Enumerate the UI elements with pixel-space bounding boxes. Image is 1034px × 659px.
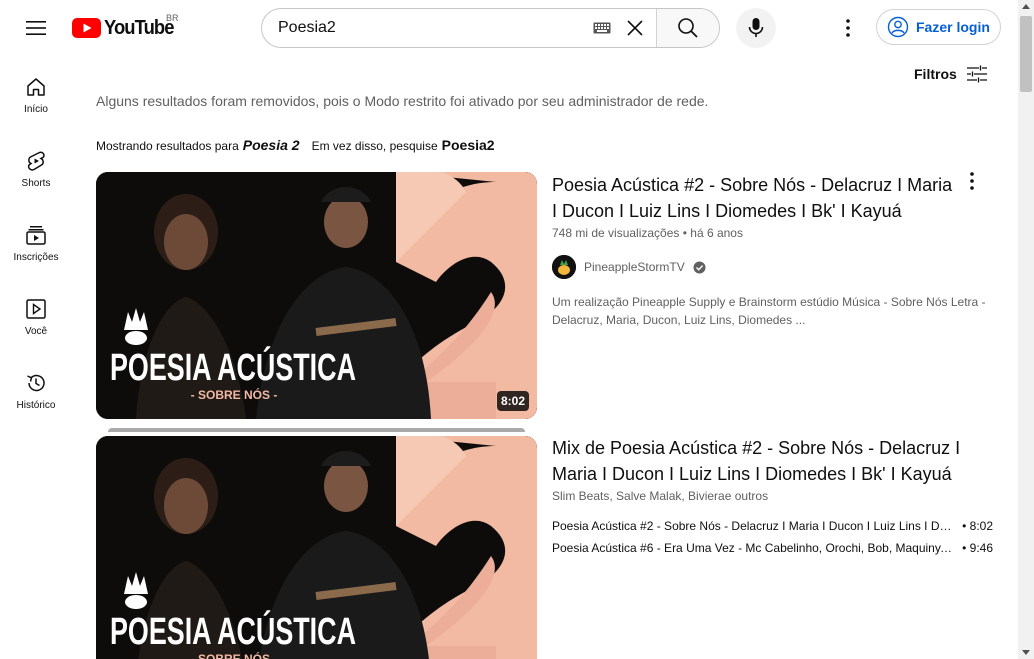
sliders-icon — [966, 65, 987, 83]
mix-artists: Slim Beats, Salve Malak, Bivierae outros — [552, 489, 769, 503]
search-button[interactable] — [656, 9, 719, 47]
more-vertical-icon — [970, 172, 974, 190]
duration-badge: 8:02 — [496, 391, 529, 411]
guide-menu-button[interactable] — [20, 12, 52, 44]
you-icon — [26, 299, 46, 319]
verified-icon — [693, 261, 706, 273]
sidebar-item-label: Inscrições — [13, 252, 59, 263]
clear-search-icon[interactable] — [620, 9, 650, 47]
sign-in-label: Fazer login — [916, 19, 990, 35]
channel-link[interactable]: PineappleStormTV — [552, 255, 706, 279]
filters-label: Filtros — [914, 66, 957, 82]
account-icon — [887, 16, 909, 38]
restricted-mode-notice: Alguns resultados foram removidos, pois … — [96, 93, 709, 109]
correction-instead: Em vez disso, pesquise — [311, 139, 438, 153]
video-metadata: 748 mi de visualizações • há 6 anos — [552, 226, 743, 240]
mix-title[interactable]: Mix de Poesia Acústica #2 - Sobre Nós - … — [552, 435, 962, 487]
masthead: YouTube BR Fazer login — [0, 0, 1018, 56]
sidebar-item-you[interactable]: Você — [4, 278, 68, 352]
scroll-down-arrow[interactable] — [1022, 650, 1030, 655]
settings-menu-button[interactable] — [832, 12, 864, 44]
mix-track-title: Poesia Acústica #2 - Sobre Nós - Delacru… — [552, 519, 952, 533]
search-icon — [678, 18, 698, 38]
original-query-link[interactable]: Poesia2 — [442, 137, 495, 153]
history-icon — [27, 374, 45, 392]
page-scrollbar[interactable] — [1018, 0, 1034, 659]
sidebar-item-label: Início — [24, 104, 48, 115]
mix-track-duration: • 8:02 — [962, 519, 993, 533]
microphone-icon — [748, 18, 764, 37]
sidebar-item-subscriptions[interactable]: Inscrições — [4, 204, 68, 278]
thumbnail-title: POESIA ACÚSTICA — [110, 345, 356, 389]
mix-track-title: Poesia Acústica #6 - Era Uma Vez - Mc Ca… — [552, 541, 952, 555]
keyboard-icon[interactable] — [590, 9, 614, 47]
spelling-correction: Mostrando resultados para Poesia 2 Em ve… — [96, 137, 495, 153]
mix-track-row[interactable]: Poesia Acústica #6 - Era Uma Vez - Mc Ca… — [552, 541, 993, 555]
scroll-up-arrow[interactable] — [1022, 4, 1030, 9]
youtube-logo[interactable]: YouTube — [72, 14, 180, 42]
search-box — [261, 8, 720, 48]
corrected-query[interactable]: Poesia 2 — [243, 137, 300, 153]
sidebar-item-home[interactable]: Início — [4, 56, 68, 130]
more-vertical-icon — [846, 19, 850, 37]
mini-guide: Início Shorts Inscrições Você Histórico — [4, 56, 68, 426]
avatar — [552, 255, 576, 279]
sidebar-item-label: Você — [24, 326, 48, 337]
sign-in-button[interactable]: Fazer login — [876, 9, 1001, 45]
mix-thumbnail[interactable]: POESIA ACÚSTICA - SOBRE NÓS - — [96, 436, 537, 659]
subscriptions-icon — [26, 226, 46, 245]
mix-stack-decoration — [108, 428, 525, 432]
video-thumbnail[interactable]: POESIA ACÚSTICA - SOBRE NÓS - 8:02 — [96, 172, 537, 419]
sidebar-item-history[interactable]: Histórico — [4, 352, 68, 426]
thumbnail-subtitle: - SOBRE NÓS - — [191, 651, 278, 659]
mix-track-duration: • 9:46 — [962, 541, 993, 555]
correction-prefix: Mostrando resultados para — [96, 139, 239, 153]
video-description: Um realização Pineapple Supply e Brainst… — [552, 295, 986, 327]
sidebar-item-shorts[interactable]: Shorts — [4, 130, 68, 204]
thumbnail-subtitle: - SOBRE NÓS - — [191, 387, 278, 402]
thumbnail-title: POESIA ACÚSTICA — [110, 609, 356, 653]
filters-button[interactable]: Filtros — [914, 62, 987, 86]
video-menu-button[interactable] — [960, 169, 984, 193]
voice-search-button[interactable] — [736, 8, 776, 48]
search-input[interactable] — [262, 9, 590, 47]
video-title[interactable]: Poesia Acústica #2 - Sobre Nós - Delacru… — [552, 172, 962, 224]
shorts-icon — [27, 151, 45, 171]
country-code: BR — [166, 13, 179, 23]
mix-track-row[interactable]: Poesia Acústica #2 - Sobre Nós - Delacru… — [552, 519, 993, 533]
sidebar-item-label: Histórico — [16, 400, 56, 411]
sidebar-item-label: Shorts — [21, 178, 51, 189]
channel-name: PineappleStormTV — [584, 260, 685, 274]
logo-wordmark: YouTube — [104, 16, 174, 39]
hamburger-icon — [26, 21, 46, 35]
youtube-play-icon — [72, 18, 101, 38]
scroll-thumb[interactable] — [1020, 16, 1032, 92]
home-icon — [27, 78, 45, 96]
